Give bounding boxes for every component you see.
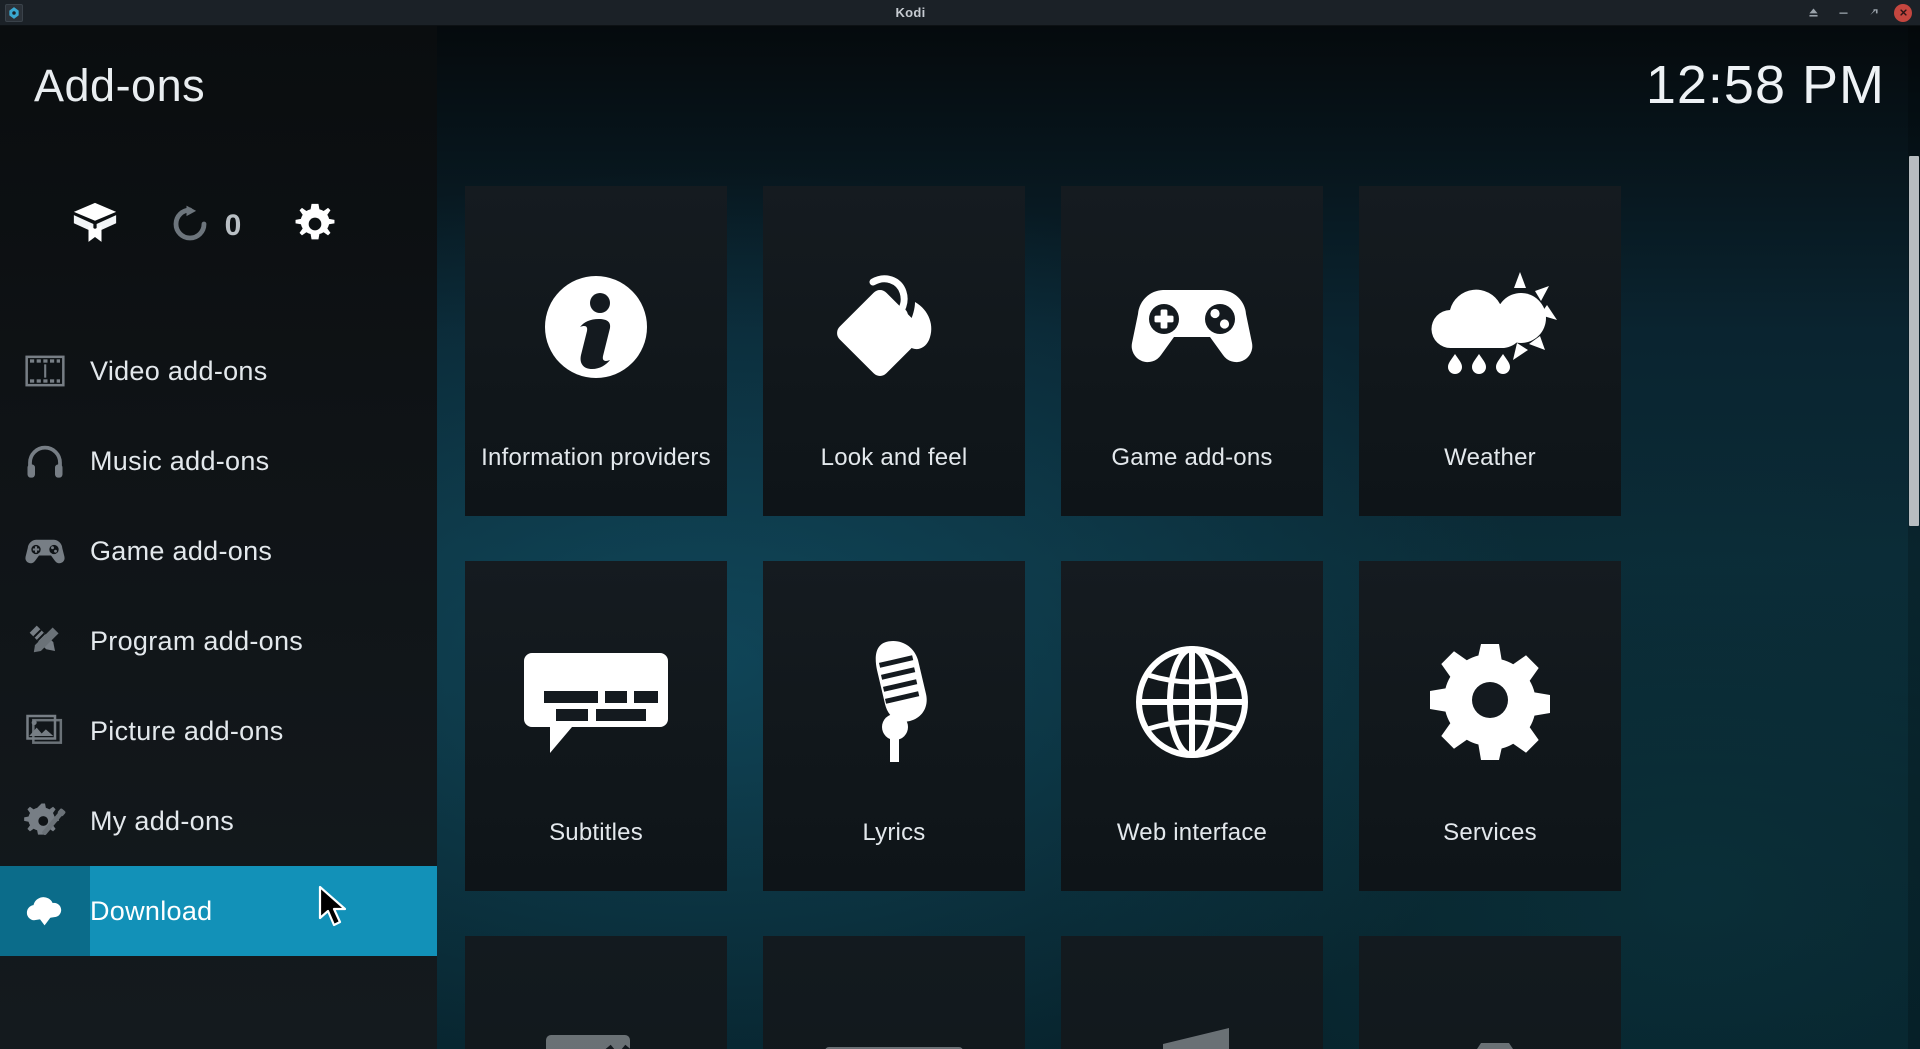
tile-game-add-ons[interactable]: Game add-ons <box>1061 186 1323 516</box>
gamepad-icon <box>0 506 90 596</box>
tile-label: Information providers <box>481 444 711 471</box>
grid-row <box>437 936 1912 1049</box>
tile-information-providers[interactable]: Information providers <box>465 186 727 516</box>
kodi-logo-icon <box>5 3 23 22</box>
headphones-icon <box>0 416 90 506</box>
tile-row3-2[interactable] <box>763 936 1025 1049</box>
tile-label: Game add-ons <box>1111 444 1273 471</box>
slanted-card-icon <box>1061 982 1323 1049</box>
vertical-scrollbar[interactable] <box>1908 26 1920 1049</box>
eject-button[interactable] <box>1798 1 1828 25</box>
check-for-updates-button[interactable]: 0 <box>150 203 260 250</box>
folder-icon <box>1359 982 1621 1049</box>
pencil-ruler-icon <box>0 596 90 686</box>
sidebar-item-label: Program add-ons <box>90 625 304 656</box>
window-title: Kodi <box>895 5 926 20</box>
globe-icon <box>1061 607 1323 797</box>
tile-label: Weather <box>1444 444 1536 471</box>
grid-row: Information providers Look and feel Game… <box>437 186 1912 516</box>
tile-look-and-feel[interactable]: Look and feel <box>763 186 1025 516</box>
tile-services[interactable]: Services <box>1359 561 1621 891</box>
tile-web-interface[interactable]: Web interface <box>1061 561 1323 891</box>
sidebar-item-video-add-ons[interactable]: Video add-ons <box>0 326 437 416</box>
sidebar-item-label: Picture add-ons <box>90 715 284 746</box>
grid-row-gap <box>437 891 1912 936</box>
sun-cloud-rain-icon <box>1359 232 1621 422</box>
gamepad-icon <box>1061 232 1323 422</box>
window-controls <box>1798 1 1916 25</box>
sidebar-item-label: Download <box>90 895 213 926</box>
refresh-icon <box>169 203 211 250</box>
scrollbar-thumb[interactable] <box>1909 156 1919 526</box>
gear-icon <box>292 201 338 252</box>
sidebar-item-picture-add-ons[interactable]: Picture add-ons <box>0 686 437 776</box>
sidebar-item-music-add-ons[interactable]: Music add-ons <box>0 416 437 506</box>
photo-stack-icon <box>0 686 90 776</box>
microphone-icon <box>763 607 1025 797</box>
addon-category-grid: Information providers Look and feel Game… <box>437 186 1912 1049</box>
sidebar-item-download[interactable]: Download <box>0 866 437 956</box>
memory-strip-icon <box>763 982 1025 1049</box>
sidebar-item-program-add-ons[interactable]: Program add-ons <box>0 596 437 686</box>
sidebar-item-label: Video add-ons <box>90 355 268 386</box>
tile-row3-3[interactable] <box>1061 936 1323 1049</box>
paint-bucket-icon <box>763 232 1025 422</box>
tile-subtitles[interactable]: Subtitles <box>465 561 727 891</box>
tile-label: Subtitles <box>549 819 643 846</box>
main-content: 12:58 PM Information providers Look and … <box>437 26 1920 1049</box>
tile-label: Look and feel <box>820 444 968 471</box>
grid-row-gap <box>437 516 1912 561</box>
install-from-repository-button[interactable] <box>40 198 150 255</box>
update-count: 0 <box>224 209 242 242</box>
subtitle-bubble-icon <box>465 607 727 797</box>
open-box-icon <box>69 198 121 255</box>
sidebar-item-game-add-ons[interactable]: Game add-ons <box>0 506 437 596</box>
sidebar-item-my-add-ons[interactable]: My add-ons <box>0 776 437 866</box>
sidebar-item-label: Game add-ons <box>90 535 273 566</box>
tile-lyrics[interactable]: Lyrics <box>763 561 1025 891</box>
close-button[interactable] <box>1894 3 1912 22</box>
tile-weather[interactable]: Weather <box>1359 186 1621 516</box>
sidebar-toolbar: 0 <box>40 186 420 266</box>
tile-row3-1[interactable] <box>465 936 727 1049</box>
film-strip-icon <box>0 326 90 416</box>
tile-label: Lyrics <box>862 819 926 846</box>
tile-row3-4[interactable] <box>1359 936 1621 1049</box>
tile-label: Services <box>1443 819 1537 846</box>
gear-icon <box>1359 607 1621 797</box>
sidebar-menu: Video add-ons Music add-ons Game add-ons… <box>0 326 437 956</box>
minimize-button[interactable] <box>1828 1 1858 25</box>
sidebar-item-label: My add-ons <box>90 805 235 836</box>
addon-settings-button[interactable] <box>260 201 370 252</box>
grid-row: Subtitles Lyrics Web interface Services <box>437 561 1912 891</box>
gear-wrench-icon <box>0 776 90 866</box>
page-title: Add-ons <box>34 60 206 111</box>
remove-tag-icon <box>465 982 727 1049</box>
clock: 12:58 PM <box>1645 55 1885 115</box>
sidebar-item-label: Music add-ons <box>90 445 270 476</box>
info-circle-icon <box>465 232 727 422</box>
cloud-download-icon <box>0 866 90 956</box>
sidebar: Add-ons 0 Video add-ons Music add-ons Ga… <box>0 26 437 1049</box>
window-titlebar: Kodi <box>0 0 1920 26</box>
tile-label: Web interface <box>1116 819 1268 846</box>
maximize-button[interactable] <box>1858 1 1888 25</box>
